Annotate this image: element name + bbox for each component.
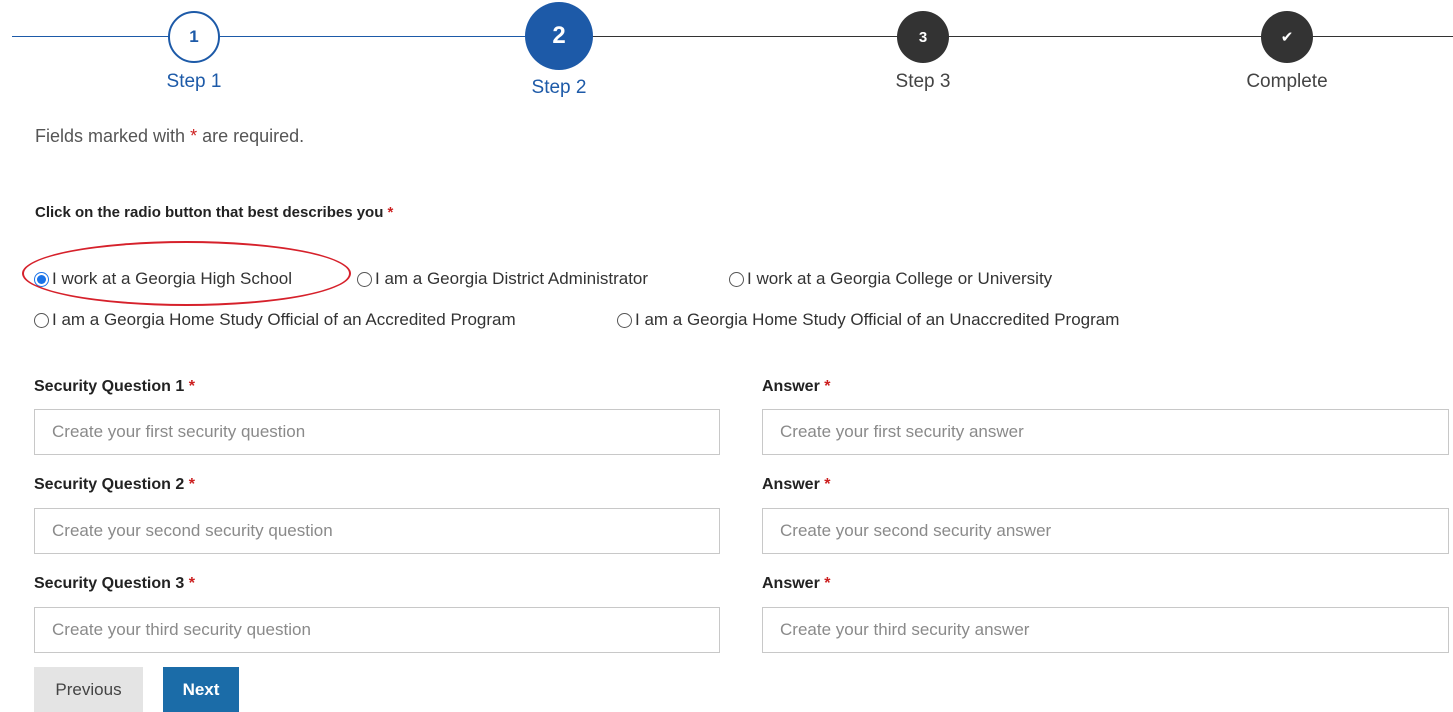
answer-3-text: Answer [762, 575, 825, 592]
security-question-1-label: Security Question 1 * [34, 378, 195, 396]
step-3-circle: 3 [897, 11, 949, 63]
security-question-2-text: Security Question 2 [34, 476, 189, 493]
required-note-suffix: are required. [197, 126, 305, 146]
radio-button-selected[interactable] [34, 271, 49, 287]
radio-label-district-admin[interactable]: I am a Georgia District Administrator [375, 269, 648, 289]
radio-button[interactable] [729, 271, 744, 287]
answer-1-label: Answer * [762, 378, 830, 396]
progress-stepper: 1 Step 1 2 Step 2 3 Step 3 ✔ Complete [0, 0, 1453, 110]
required-note-prefix: Fields marked with [35, 126, 191, 146]
radio-label-home-study-accredited[interactable]: I am a Georgia Home Study Official of an… [52, 310, 516, 330]
step-complete-label: Complete [1246, 71, 1328, 92]
required-fields-note: Fields marked with * are required. [35, 126, 304, 147]
security-question-3-input[interactable] [34, 607, 720, 653]
role-question-label: Click on the radio button that best desc… [35, 204, 393, 221]
answer-2-text: Answer [762, 476, 825, 493]
required-asterisk: * [188, 378, 195, 395]
next-button[interactable]: Next [163, 667, 239, 712]
required-asterisk: * [824, 476, 831, 493]
required-asterisk: * [188, 575, 195, 592]
security-question-3-text: Security Question 3 [34, 575, 189, 592]
security-question-3-label: Security Question 3 * [34, 575, 195, 593]
answer-1-text: Answer [762, 378, 825, 395]
step-2-label: Step 2 [531, 77, 587, 98]
answer-1-input[interactable] [762, 409, 1449, 455]
required-asterisk: * [188, 476, 195, 493]
required-asterisk: * [387, 204, 394, 221]
radio-option-college[interactable]: I work at a Georgia College or Universit… [729, 269, 1052, 289]
security-question-2-input[interactable] [34, 508, 720, 554]
role-question-text: Click on the radio button that best desc… [35, 204, 388, 221]
answer-3-label: Answer * [762, 575, 830, 593]
radio-option-home-study-unaccredited[interactable]: I am a Georgia Home Study Official of an… [617, 310, 1119, 330]
radio-button[interactable] [357, 271, 372, 287]
radio-button[interactable] [34, 312, 49, 328]
step-2-circle: 2 [525, 2, 593, 70]
radio-label-college[interactable]: I work at a Georgia College or Universit… [747, 269, 1052, 289]
step-3-label: Step 3 [895, 71, 951, 92]
radio-option-home-study-accredited[interactable]: I am a Georgia Home Study Official of an… [34, 310, 516, 330]
radio-button[interactable] [617, 312, 632, 328]
required-asterisk: * [824, 575, 831, 592]
stepper-line-remaining [560, 36, 1453, 37]
security-question-1-input[interactable] [34, 409, 720, 455]
radio-label-high-school[interactable]: I work at a Georgia High School [52, 269, 292, 289]
stepper-line-completed [12, 36, 560, 37]
step-1-label: Step 1 [166, 71, 222, 92]
answer-3-input[interactable] [762, 607, 1449, 653]
radio-label-home-study-unaccredited[interactable]: I am a Georgia Home Study Official of an… [635, 310, 1119, 330]
radio-option-high-school[interactable]: I work at a Georgia High School [34, 269, 292, 289]
security-question-2-label: Security Question 2 * [34, 476, 195, 494]
radio-option-district-admin[interactable]: I am a Georgia District Administrator [357, 269, 648, 289]
checkmark-icon: ✔ [1261, 11, 1313, 63]
answer-2-input[interactable] [762, 508, 1449, 554]
answer-2-label: Answer * [762, 476, 830, 494]
security-question-1-text: Security Question 1 [34, 378, 189, 395]
previous-button[interactable]: Previous [34, 667, 143, 712]
step-1-circle: 1 [168, 11, 220, 63]
required-asterisk: * [824, 378, 831, 395]
